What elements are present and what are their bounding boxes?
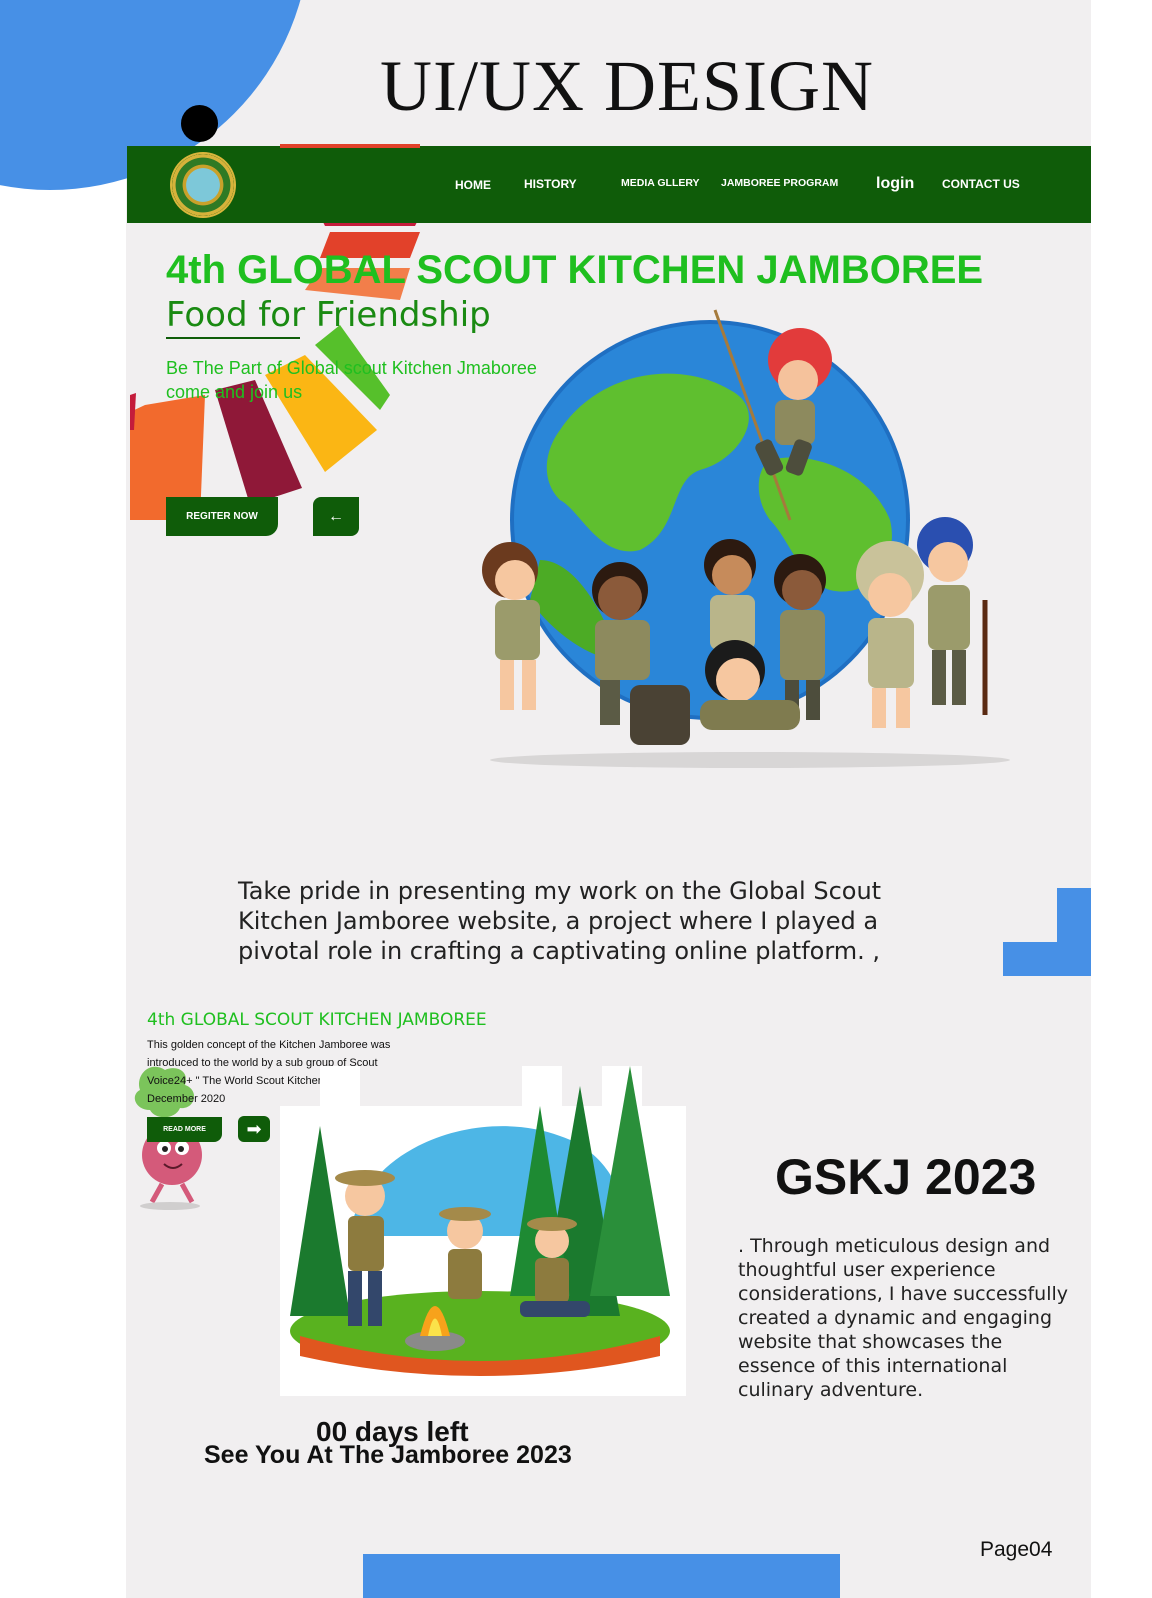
gskj-description: . Through meticulous design and thoughtf…	[738, 1235, 1069, 1401]
hero-title: 4th GLOBAL SCOUT KITCHEN JAMBOREE	[166, 248, 984, 292]
subtitle-underline	[166, 337, 300, 339]
intro-paragraph: Take pride in presenting my work on the …	[238, 877, 882, 965]
decor-blue-bracket-horizontal	[1003, 942, 1091, 976]
decor-blue-bar	[363, 1554, 840, 1598]
nav-media-gallery[interactable]: MEDIA GLLERY	[621, 177, 700, 189]
arrow-right-icon[interactable]: ➡	[238, 1116, 270, 1142]
nav-history[interactable]: HISTORY	[524, 177, 577, 191]
read-more-button[interactable]: READ MORE	[147, 1117, 222, 1142]
register-button[interactable]: REGITER NOW	[166, 497, 278, 536]
campfire-scouts-illustration	[280, 1066, 686, 1396]
decor-black-dot	[181, 105, 218, 142]
countdown-tagline: See You At The Jamboree 2023	[204, 1441, 572, 1469]
page-title: UI/UX DESIGN	[380, 46, 874, 126]
section-title: 4th GLOBAL SCOUT KITCHEN JAMBOREE	[147, 1010, 487, 1030]
portfolio-page: UI/UX DESIGN HOME HISTORY MEDIA GLLERY J…	[0, 0, 1152, 1598]
globe-scouts-illustration	[482, 309, 1010, 768]
nav-login[interactable]: login	[876, 175, 914, 193]
gskj-title: GSKJ 2023	[775, 1149, 1037, 1205]
hero-subtitle: Food for Friendship	[166, 295, 491, 335]
nav-jamboree-program[interactable]: JAMBOREE PROGRAM	[721, 177, 838, 189]
logo-emblem[interactable]	[172, 154, 234, 216]
arrow-left-icon[interactable]: ←	[313, 497, 359, 536]
nav-home[interactable]: HOME	[455, 178, 491, 192]
page-number: Page04	[980, 1538, 1053, 1561]
nav-contact-us[interactable]: CONTACT US	[942, 177, 1020, 191]
decor-strip	[280, 144, 420, 148]
